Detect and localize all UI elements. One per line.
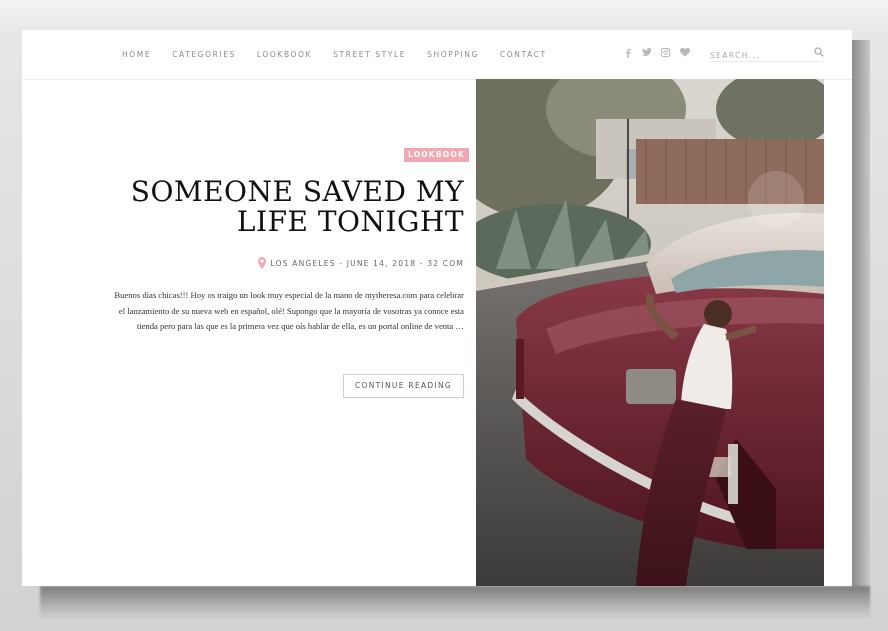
category-badge[interactable]: LOOKBOOK [404,148,469,162]
facebook-icon[interactable] [623,48,632,58]
nav-categories[interactable]: CATEGORIES [172,50,236,59]
nav-street-style[interactable]: STREET STYLE [333,50,406,59]
instagram-icon[interactable] [661,48,670,58]
post-meta: LOS ANGELES - JUNE 14, 2018 - 32 COM [182,257,464,269]
post-title-line-1: SOMEONE SAVED MY [130,175,464,208]
social-links [623,48,690,58]
main-nav: HOME CATEGORIES LOOKBOOK STREET STYLE SH… [122,50,568,59]
twitter-icon[interactable] [642,48,652,58]
blog-page: HOME CATEGORIES LOOKBOOK STREET STYLE SH… [22,30,852,586]
page-shadow-right [852,40,870,600]
post-title-line-2: LIFE TONIGHT [236,205,464,238]
featured-photo-illustration [476,79,824,586]
post-title[interactable]: SOMEONE SAVED MY LIFE TONIGHT [102,177,464,237]
location-pin-icon [257,257,266,269]
heart-icon[interactable] [680,48,690,58]
post-meta-text: LOS ANGELES - JUNE 14, 2018 - 32 COM [270,258,464,268]
post-excerpt: Buenos días chicas!!! Hoy os traigo un l… [114,290,464,331]
search-input[interactable] [710,48,806,63]
page-shadow-bottom [40,586,870,622]
search-icon[interactable] [814,47,824,57]
nav-lookbook[interactable]: LOOKBOOK [257,50,312,59]
nav-contact[interactable]: CONTACT [500,50,547,59]
nav-home[interactable]: HOME [122,50,151,59]
search-box [710,45,824,63]
site-header: HOME CATEGORIES LOOKBOOK STREET STYLE SH… [22,30,852,80]
continue-reading-button[interactable]: CONTINUE READING [343,374,464,398]
nav-shopping[interactable]: SHOPPING [427,50,479,59]
post-featured-image[interactable] [476,79,824,586]
